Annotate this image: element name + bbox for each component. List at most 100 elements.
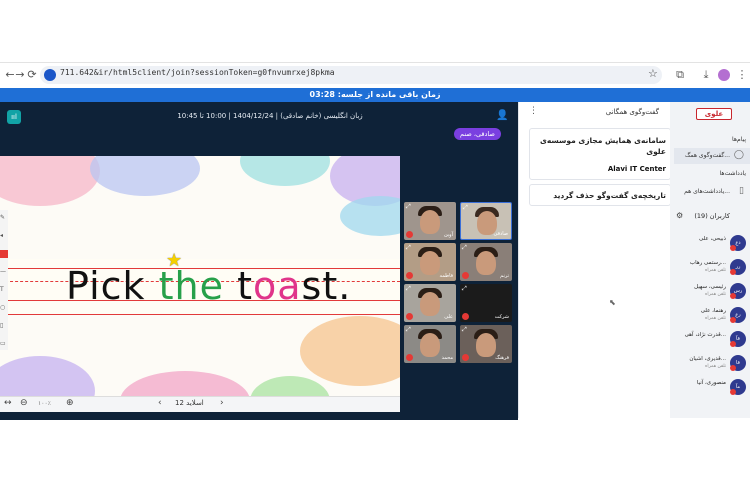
muted-mic-icon [406, 272, 413, 279]
notes-section-title: یادداشت‌ها [719, 170, 746, 177]
watercolor-blob [0, 156, 100, 206]
expand-icon[interactable]: ⤢ [462, 285, 467, 293]
profile-avatar[interactable] [718, 69, 730, 81]
video-tile[interactable]: ⤢ آوین [404, 202, 456, 240]
participant-name: صادقی [493, 231, 508, 237]
video-tile[interactable]: ⤢ علی [404, 284, 456, 322]
word: st. [301, 264, 352, 308]
presentation-slide: Pick the toast. ★ [0, 156, 400, 410]
shape-tool-icon[interactable]: ○ [0, 304, 8, 312]
browser-toolbar: ← → ⟳ 711.642&ir/html5client/join?sessio… [0, 62, 750, 86]
user-item[interactable]: رس رئیسی، سهیل تلفن همراه [674, 280, 750, 304]
text-tool-icon[interactable]: T [0, 286, 8, 294]
user-icon[interactable]: 👤 [496, 110, 508, 121]
video-tile[interactable]: ⤢ محمد [404, 325, 456, 363]
user-role: تلفن همراه [705, 364, 726, 369]
user-role: تلفن همراه [705, 268, 726, 273]
sidebar-item-label: گفت‌وگوی همگ... [685, 152, 730, 159]
undo-icon[interactable]: ◂ [0, 232, 8, 240]
participant-face [476, 251, 496, 275]
gear-icon[interactable]: ⚙ [676, 211, 683, 220]
video-tile[interactable]: ⤢ فرهنگ [460, 325, 512, 363]
user-item[interactable]: قآ قدرت نژاد، آهی... [674, 328, 750, 352]
fit-width-icon[interactable]: ↔ [4, 398, 12, 408]
video-tile[interactable]: ⤢ فاطمه [404, 243, 456, 281]
video-tile[interactable]: ⤢ شرکت [460, 284, 512, 322]
user-name: ذبیحی، علی [699, 236, 726, 242]
expand-icon[interactable]: ⤢ [406, 285, 411, 293]
extensions-icon[interactable]: ⧉ [672, 67, 688, 83]
alavi-logo: علوی [696, 108, 732, 120]
expand-icon[interactable]: ⤢ [463, 204, 468, 212]
menu-icon[interactable]: ⋮ [734, 67, 750, 83]
expand-icon[interactable]: ⤢ [462, 244, 467, 252]
bookmark-star-icon[interactable]: ☆ [648, 67, 658, 80]
reload-icon[interactable]: ⟳ [24, 67, 40, 83]
video-tile[interactable]: ⤢ صادقی [460, 202, 512, 240]
zoom-level: ۱۰۰٪ [38, 400, 51, 407]
next-slide-icon[interactable]: › [220, 398, 224, 408]
stats-icon[interactable]: ııl [7, 110, 21, 124]
pencil-icon[interactable]: ✎ [0, 214, 8, 222]
slide-sentence: Pick the toast. [66, 264, 351, 308]
sidebar: علوی پیام‌ها گفت‌وگوی همگ... ◯ یادداشت‌ه… [670, 102, 750, 418]
ruled-line [0, 314, 400, 315]
watercolor-blob [90, 156, 200, 196]
slide-controls: ↔ ⊖ ۱۰۰٪ ⊕ ‹ اسلاید 12 › [0, 396, 400, 412]
expand-icon[interactable]: ⤢ [406, 203, 411, 211]
notes-icon: ▯ [739, 186, 744, 196]
sidebar-item-public-chat[interactable]: گفت‌وگوی همگ... ◯ [674, 148, 750, 164]
user-item[interactable]: رع رهنما، علی تلفن همراه [674, 304, 750, 328]
message-sender: Alavi IT Center [607, 165, 666, 173]
video-tile[interactable]: ⤢ ترنم [460, 243, 512, 281]
participant-face [420, 292, 440, 316]
user-name: رهنما، علی [700, 308, 726, 314]
users-count-label: کاربران (19) [694, 212, 730, 220]
user-name: قدیری، اشیان... [689, 356, 726, 362]
trash-icon[interactable]: ▯ [0, 322, 8, 330]
message-text: سامانه‌ی همایش مجازی موسسه‌ی علوی [539, 136, 666, 156]
history-cleared-notice: تاریخچه‌ی گفت‌وگو حذف گردید [529, 184, 671, 206]
zoom-in-icon[interactable]: ⊕ [66, 398, 74, 408]
video-grid: ⤢ صادقی ⤢ آوین ⤢ ترنم ⤢ فاطمه ⤢ شرکت ⤢ ع… [404, 202, 514, 366]
color-picker[interactable] [0, 250, 8, 258]
multiuser-icon[interactable]: ▭ [0, 340, 8, 348]
muted-badge-icon [730, 365, 736, 371]
screen: ← → ⟳ 711.642&ir/html5client/join?sessio… [0, 0, 750, 480]
class-title: زبان انگلیسی (خانم صادقی) | 1404/12/24 |… [177, 112, 363, 120]
star-icon: ★ [166, 250, 183, 271]
user-name: رئیسی، سهیل [694, 284, 726, 290]
download-icon[interactable]: ⤓ [698, 67, 714, 83]
presenter-badge: صادقی، صنم [454, 128, 501, 140]
participant-name: ترنم [500, 273, 509, 279]
thickness-icon[interactable]: — [0, 268, 8, 276]
sidebar-item-shared-notes[interactable]: یادداشت‌های هم... ▯ [674, 184, 750, 200]
user-role: تلفن همراه [705, 292, 726, 297]
slide-selector[interactable]: اسلاید 12 [175, 399, 204, 407]
user-item[interactable]: رر رستمی رهاب... تلفن همراه [674, 256, 750, 280]
participant-name: فرهنگ [495, 355, 509, 361]
word: t [237, 264, 253, 308]
watercolor-blob [240, 156, 330, 186]
user-role: تلفن همراه [705, 316, 726, 321]
muted-badge-icon [730, 245, 736, 251]
expand-icon[interactable]: ⤢ [406, 326, 411, 334]
watercolor-blob [340, 196, 400, 236]
chat-panel: ⋮ گفت‌وگوی همگانی سامانه‌ی همایش مجازی م… [518, 102, 671, 418]
muted-mic-icon [406, 354, 413, 361]
muted-mic-icon [462, 272, 469, 279]
site-info-icon[interactable] [44, 69, 56, 81]
participant-name: علی [444, 314, 453, 320]
user-item[interactable]: ذع ذبیحی، علی [674, 232, 750, 256]
prev-slide-icon[interactable]: ‹ [158, 398, 162, 408]
muted-badge-icon [730, 317, 736, 323]
watercolor-blob [300, 316, 400, 386]
zoom-out-icon[interactable]: ⊖ [20, 398, 28, 408]
user-item[interactable]: قا قدیری، اشیان... تلفن همراه [674, 352, 750, 376]
expand-icon[interactable]: ⤢ [406, 244, 411, 252]
muted-badge-icon [730, 293, 736, 299]
expand-icon[interactable]: ⤢ [462, 326, 467, 334]
mouse-cursor-icon: ⬉ [609, 298, 616, 307]
address-bar[interactable]: 711.642&ir/html5client/join?sessionToken… [40, 66, 662, 84]
user-item[interactable]: مآ منصوری، آنیا [674, 376, 750, 400]
